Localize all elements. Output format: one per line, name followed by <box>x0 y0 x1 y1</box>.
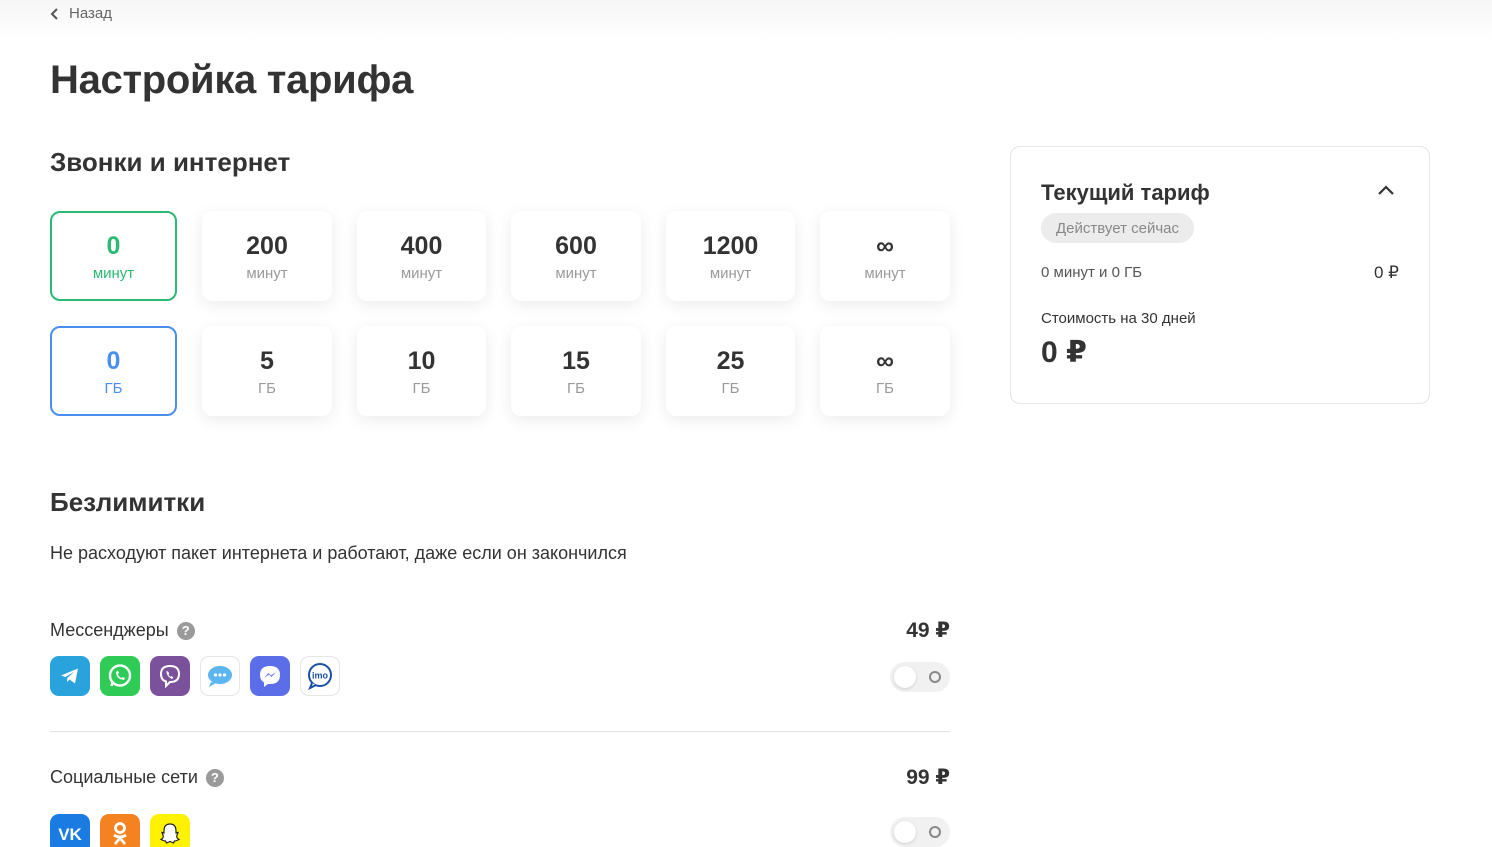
back-label: Назад <box>69 5 112 22</box>
messengers-label: Мессенджеры <box>50 620 169 640</box>
viber-icon <box>150 656 190 696</box>
toggle-off-indicator <box>929 826 941 838</box>
chevron-up-icon[interactable] <box>1378 185 1394 195</box>
social-networks-toggle[interactable] <box>890 817 950 847</box>
top-bar <box>0 0 1492 40</box>
minutes-option-1200[interactable]: 1200 минут <box>666 211 795 301</box>
back-link[interactable]: Назад <box>50 5 112 22</box>
gb-option-unlimited[interactable]: ∞ ГБ <box>820 326 950 416</box>
option-value: 0 <box>106 346 121 375</box>
minutes-option-600[interactable]: 600 минут <box>511 211 641 301</box>
question-icon[interactable]: ? <box>176 621 195 640</box>
messengers-label-wrap: Мессенджеры ? <box>50 620 195 641</box>
gb-option-10[interactable]: 10 ГБ <box>357 326 486 416</box>
option-value: 15 <box>562 346 590 375</box>
social-networks-apps: VK <box>50 814 190 847</box>
option-value: 600 <box>555 231 597 260</box>
divider <box>50 731 950 732</box>
current-tariff-panel: Текущий тариф Действует сейчас 0 минут и… <box>1010 146 1430 404</box>
whatsapp-icon <box>100 656 140 696</box>
option-unit: ГБ <box>721 379 740 397</box>
messengers-toggle[interactable] <box>890 662 950 692</box>
messengers-price: 49 ₽ <box>906 619 950 642</box>
option-unit: минут <box>92 264 135 282</box>
minutes-options: 0 минут 200 минут 400 минут 600 минут 12… <box>50 211 950 301</box>
toggle-knob <box>894 666 916 688</box>
option-unit: ГБ <box>258 379 276 397</box>
option-value: 1200 <box>702 231 759 260</box>
tariff-summary-price: 0 ₽ <box>1374 263 1399 282</box>
option-value: 25 <box>716 346 745 375</box>
social-label-wrap: Социальные сети ? <box>50 767 224 788</box>
calls-internet-title: Звонки и интернет <box>50 147 291 177</box>
imo-icon: imo <box>300 656 340 696</box>
snapchat-icon <box>150 814 190 847</box>
minutes-option-unlimited[interactable]: ∞ минут <box>820 211 950 301</box>
toggle-knob <box>894 821 916 843</box>
svg-text:VK: VK <box>58 825 82 844</box>
minutes-option-400[interactable]: 400 минут <box>357 211 486 301</box>
svg-text:imo: imo <box>312 671 329 681</box>
status-badge: Действует сейчас <box>1041 213 1194 243</box>
social-networks-option: Социальные сети ? 99 ₽ VK <box>50 766 950 847</box>
current-tariff-title: Текущий тариф <box>1041 180 1210 205</box>
option-unit: минут <box>555 264 597 282</box>
tariff-summary: 0 минут и 0 ГБ <box>1041 264 1143 281</box>
option-unit: ГБ <box>104 379 123 397</box>
option-value: 0 <box>106 231 121 260</box>
question-icon[interactable]: ? <box>205 768 224 787</box>
gb-option-25[interactable]: 25 ГБ <box>666 326 795 416</box>
option-unit: минут <box>709 264 752 282</box>
social-networks-price: 99 ₽ <box>906 766 950 789</box>
messenger-icon <box>250 656 290 696</box>
gigabytes-options: 0 ГБ 5 ГБ 10 ГБ 15 ГБ 25 ГБ ∞ ГБ <box>50 326 950 416</box>
unlimited-title: Безлимитки <box>50 487 206 517</box>
telegram-icon <box>50 656 90 696</box>
option-value: 200 <box>246 231 288 260</box>
minutes-option-200[interactable]: 200 минут <box>202 211 332 301</box>
option-value: 5 <box>260 346 274 375</box>
chevron-left-icon <box>50 7 58 20</box>
messengers-apps: imo <box>50 656 340 696</box>
option-unit: ГБ <box>567 379 585 397</box>
gb-option-15[interactable]: 15 ГБ <box>511 326 641 416</box>
option-value: ∞ <box>876 231 894 260</box>
option-value: 400 <box>400 231 443 260</box>
cost-value: 0 ₽ <box>1041 336 1087 369</box>
gb-option-5[interactable]: 5 ГБ <box>202 326 332 416</box>
messengers-option: Мессенджеры ? 49 ₽ imo <box>50 619 950 710</box>
option-unit: минут <box>400 264 443 282</box>
option-value: ∞ <box>876 346 894 375</box>
option-unit: ГБ <box>412 379 431 397</box>
imessage-icon <box>200 656 240 696</box>
unlimited-description: Не расходуют пакет интернета и работают,… <box>50 543 627 563</box>
page-title: Настройка тарифа <box>50 58 414 102</box>
toggle-off-indicator <box>929 671 941 683</box>
cost-label: Стоимость на 30 дней <box>1041 310 1196 327</box>
option-unit: минут <box>864 264 906 282</box>
odnoklassniki-icon <box>100 814 140 847</box>
option-unit: ГБ <box>876 379 894 397</box>
gb-option-0[interactable]: 0 ГБ <box>50 326 177 416</box>
minutes-option-0[interactable]: 0 минут <box>50 211 177 301</box>
option-value: 10 <box>407 346 436 375</box>
vk-icon: VK <box>50 814 90 847</box>
option-unit: минут <box>246 264 288 282</box>
social-networks-label: Социальные сети <box>50 767 198 787</box>
